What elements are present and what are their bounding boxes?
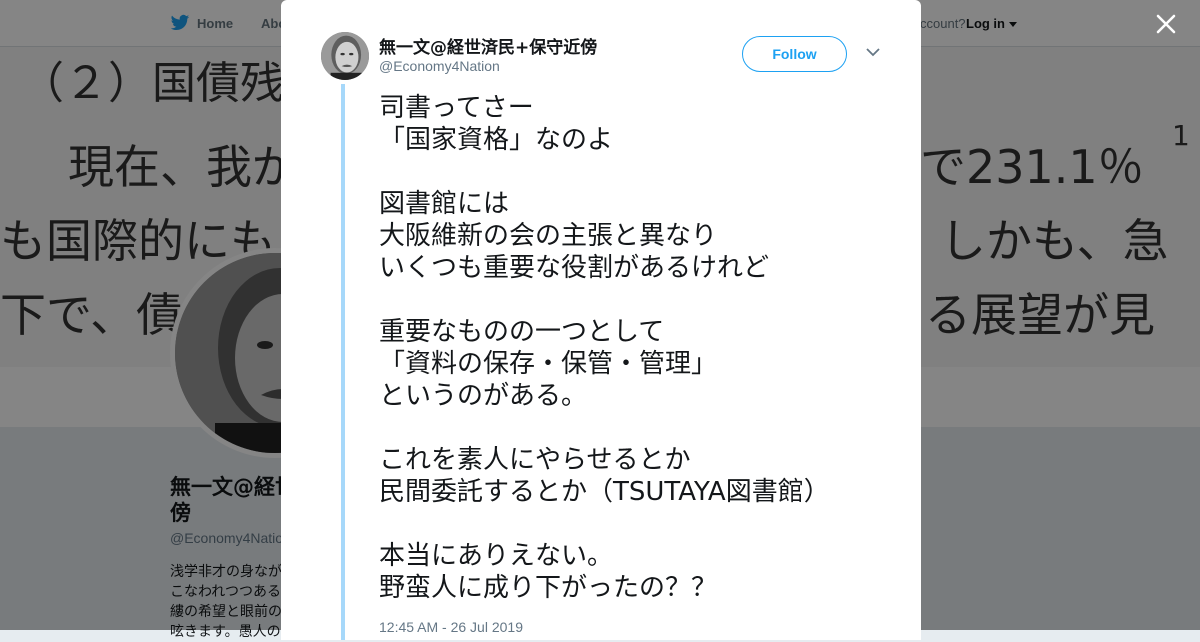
tweet-text-line: いくつも重要な役割があるけれど: [379, 253, 770, 283]
tweet-text-line: これを素人にやらせるとか: [379, 445, 691, 475]
tweet-text-line: 「国家資格」なのよ: [379, 125, 614, 155]
tweet-text-line: [379, 508, 889, 540]
tweet-text-line: 図書館には: [379, 189, 510, 219]
author-avatar-portrait: [321, 32, 369, 80]
author-handle[interactable]: @Economy4Nation: [379, 58, 500, 74]
tweet-timestamp[interactable]: 12:45 AM - 26 Jul 2019: [379, 619, 523, 635]
tweet-text-line: [379, 412, 889, 444]
tweet-text-line: [379, 284, 889, 316]
tweet-text-line: 大阪維新の会の主張と異なり: [379, 221, 718, 251]
author-avatar[interactable]: [321, 32, 369, 80]
close-icon[interactable]: [1154, 12, 1178, 36]
tweet-text-line: というのがある。: [379, 381, 588, 411]
author-name[interactable]: 無一文@経世済民+保守近傍: [379, 33, 597, 58]
tweet-text-line: 本当にありえない。: [379, 541, 614, 571]
follow-button[interactable]: Follow: [742, 36, 847, 72]
tweet-text-line: 「資料の保存・保管・管理」: [379, 349, 718, 379]
tweet-text-line: 重要なものの一つとして: [379, 317, 665, 347]
tweet-text: 司書ってさー 「国家資格」なのよ 図書館には 大阪維新の会の主張と異なり いくつ…: [379, 92, 889, 604]
tweet-text-line: 野蛮人に成り下がったの？？: [379, 573, 718, 603]
chevron-down-icon[interactable]: [866, 47, 880, 57]
tweet-text-line: 民間委託するとか（TSUTAYA図書館）: [379, 477, 830, 507]
tweet-text-line: [379, 156, 889, 188]
tweet-text-line: 司書ってさー: [379, 93, 534, 123]
thread-line: [341, 84, 345, 640]
tweet-modal: 無一文@経世済民+保守近傍 @Economy4Nation Follow 司書っ…: [281, 0, 921, 640]
